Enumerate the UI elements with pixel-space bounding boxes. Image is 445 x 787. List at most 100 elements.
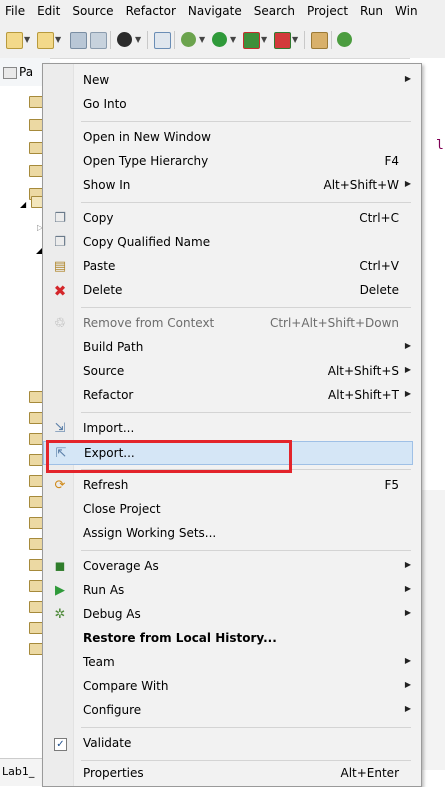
menu-item-coverage-as[interactable]: ◼ Coverage As ▶ <box>43 555 413 579</box>
submenu-arrow-icon: ▶ <box>404 704 411 713</box>
menu-item-build-path[interactable]: Build Path ▶ <box>43 336 413 360</box>
refresh-icon: ⟳ <box>54 478 66 493</box>
coverage-icon: ◼ <box>54 559 66 574</box>
dropdown-arrow-icon[interactable]: ▼ <box>199 35 205 44</box>
menu-item-refactor[interactable]: Refactor Alt+Shift+T ▶ <box>43 384 413 408</box>
remove-context-icon: ♲ <box>54 316 66 331</box>
menu-separator <box>81 202 411 203</box>
toolbar-separator <box>110 31 111 49</box>
menu-window[interactable]: Win <box>390 0 425 22</box>
dropdown-arrow-icon[interactable]: ▼ <box>24 35 30 44</box>
expand-arrow-icon[interactable]: ◢ <box>20 200 26 209</box>
menu-item-team[interactable]: Team ▶ <box>43 651 413 675</box>
dropdown-arrow-icon[interactable]: ▼ <box>135 35 141 44</box>
menu-navigate[interactable]: Navigate <box>183 0 249 22</box>
target-icon[interactable] <box>117 32 132 47</box>
submenu-arrow-icon: ▶ <box>404 179 411 188</box>
menu-item-open-new-window[interactable]: Open in New Window <box>43 126 413 150</box>
dropdown-arrow-icon[interactable]: ▼ <box>230 35 236 44</box>
toolbar-separator <box>304 31 305 49</box>
debug-icon[interactable] <box>181 32 196 47</box>
menu-item-show-in[interactable]: Show In Alt+Shift+W ▶ <box>43 174 413 198</box>
run-icon[interactable] <box>212 32 227 47</box>
new-package-icon[interactable] <box>37 32 54 49</box>
new-java-project-icon[interactable] <box>311 32 328 49</box>
package-explorer-icon <box>3 67 17 79</box>
menu-item-label: Refresh <box>83 478 129 492</box>
menu-item-label: Debug As <box>83 607 141 621</box>
menu-item-shortcut: Alt+Shift+S <box>327 364 399 378</box>
menu-run[interactable]: Run <box>355 0 390 22</box>
menu-edit[interactable]: Edit <box>32 0 67 22</box>
external-tools-icon[interactable] <box>274 32 291 49</box>
submenu-arrow-icon: ▶ <box>404 560 411 569</box>
menu-item-restore-local-history[interactable]: Restore from Local History... <box>43 627 413 651</box>
menu-search[interactable]: Search <box>249 0 302 22</box>
menu-refactor[interactable]: Refactor <box>121 0 183 22</box>
submenu-arrow-icon: ▶ <box>404 608 411 617</box>
menu-item-new[interactable]: New ▶ <box>43 69 413 93</box>
menu-item-label: Delete <box>83 283 123 297</box>
menu-item-close-project[interactable]: Close Project <box>43 498 413 522</box>
menu-item-shortcut: Delete <box>359 283 399 297</box>
package-explorer-tab-label: Pa <box>19 65 34 79</box>
menu-item-label: Refactor <box>83 388 134 402</box>
toolbar-separator <box>174 31 175 49</box>
submenu-arrow-icon: ▶ <box>404 365 411 374</box>
menu-item-copy-qualified-name[interactable]: ❐ Copy Qualified Name <box>43 231 413 255</box>
menu-item-label: Validate <box>83 736 132 750</box>
menu-item-label: New <box>83 73 110 87</box>
menu-item-label: Team <box>83 655 115 669</box>
menu-item-debug-as[interactable]: ✲ Debug As ▶ <box>43 603 413 627</box>
menu-item-run-as[interactable]: ▶ Run As ▶ <box>43 579 413 603</box>
menu-item-open-type-hierarchy[interactable]: Open Type Hierarchy F4 <box>43 150 413 174</box>
submenu-arrow-icon: ▶ <box>404 584 411 593</box>
menubar: File Edit Source Refactor Navigate Searc… <box>0 0 445 22</box>
menu-source[interactable]: Source <box>67 0 120 22</box>
menu-item-label: Import... <box>83 421 135 435</box>
menu-item-go-into[interactable]: Go Into <box>43 93 413 117</box>
menu-item-compare-with[interactable]: Compare With ▶ <box>43 675 413 699</box>
menu-item-source[interactable]: Source Alt+Shift+S ▶ <box>43 360 413 384</box>
menu-item-remove-from-context[interactable]: ♲ Remove from Context Ctrl+Alt+Shift+Dow… <box>43 312 413 336</box>
menu-item-configure[interactable]: Configure ▶ <box>43 699 413 723</box>
copy-qualified-icon: ❐ <box>54 235 66 250</box>
save-all-icon[interactable] <box>90 32 107 49</box>
menu-item-shortcut: Alt+Enter <box>340 766 399 780</box>
menu-item-import[interactable]: ⇲ Import... <box>43 417 413 441</box>
menu-item-refresh[interactable]: ⟳ Refresh F5 <box>43 474 413 498</box>
coverage-icon[interactable] <box>243 32 260 49</box>
dropdown-arrow-icon[interactable]: ▼ <box>55 35 61 44</box>
menu-item-properties[interactable]: Properties Alt+Enter <box>43 762 413 786</box>
menu-item-validate[interactable]: ✓ Validate <box>43 732 413 756</box>
menu-item-export[interactable]: ⇱ Export... <box>43 441 413 465</box>
menu-item-label: Open in New Window <box>83 130 211 144</box>
import-icon: ⇲ <box>54 421 66 436</box>
menu-file[interactable]: File <box>0 0 32 22</box>
menu-item-shortcut: Alt+Shift+T <box>328 388 399 402</box>
menu-item-label: Properties <box>83 766 144 780</box>
menu-item-shortcut: F4 <box>384 154 399 168</box>
checkbox-checked-icon[interactable]: ✓ <box>54 738 67 751</box>
menu-item-paste[interactable]: ▤ Paste Ctrl+V <box>43 255 413 279</box>
menu-item-shortcut: Alt+Shift+W <box>323 178 400 192</box>
toolbar-separator <box>147 31 148 49</box>
menu-item-delete[interactable]: ✖ Delete Delete <box>43 279 413 303</box>
skip-breakpoints-icon[interactable] <box>154 32 171 49</box>
new-file-icon[interactable] <box>6 32 23 49</box>
bottom-view-tab-label: Lab1_ <box>2 765 35 778</box>
menu-project[interactable]: Project <box>302 0 355 22</box>
menu-item-label: Go Into <box>83 97 127 111</box>
menu-item-assign-working-sets[interactable]: Assign Working Sets... <box>43 522 413 546</box>
submenu-arrow-icon: ▶ <box>404 656 411 665</box>
submenu-arrow-icon: ▶ <box>404 74 411 83</box>
open-type-icon[interactable] <box>337 32 352 47</box>
menu-item-label: Export... <box>84 446 135 460</box>
menu-item-label: Compare With <box>83 679 169 693</box>
export-icon: ⇱ <box>55 446 67 461</box>
save-icon[interactable] <box>70 32 87 49</box>
submenu-arrow-icon: ▶ <box>404 389 411 398</box>
menu-item-copy[interactable]: ❐ Copy Ctrl+C <box>43 207 413 231</box>
dropdown-arrow-icon[interactable]: ▼ <box>292 35 298 44</box>
dropdown-arrow-icon[interactable]: ▼ <box>261 35 267 44</box>
